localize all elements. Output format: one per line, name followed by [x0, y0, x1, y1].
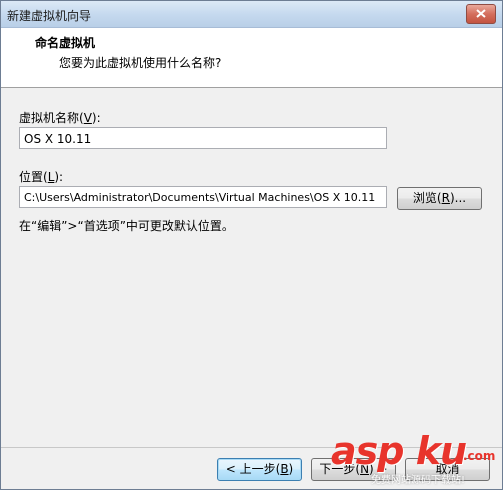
watermark-domain: .com: [463, 449, 496, 463]
location-input[interactable]: C:\Users\Administrator\Documents\Virtual…: [19, 186, 387, 208]
wizard-window: 新建虚拟机向导 命名虚拟机 您要为此虚拟机使用什么名称? 虚拟机名称(V): O…: [0, 0, 503, 490]
page-title: 命名虚拟机: [35, 36, 96, 50]
vm-name-accesskey: V: [83, 111, 92, 125]
window-title: 新建虚拟机向导: [7, 9, 92, 23]
watermark: asp ku .com 免费网站源码下载站!: [331, 431, 501, 489]
close-icon: [476, 9, 486, 18]
location-hint: 在“编辑”>“首选项”中可更改默认位置。: [19, 219, 234, 233]
vm-name-input[interactable]: OS X 10.11: [19, 127, 387, 149]
close-button[interactable]: [466, 4, 496, 24]
back-button[interactable]: < 上一步(B): [217, 458, 302, 481]
browse-button[interactable]: 浏览(R)...: [397, 187, 482, 210]
watermark-tagline: 免费网站源码下载站!: [371, 475, 466, 486]
watermark-brand: asp ku: [331, 429, 467, 473]
vm-name-label: 虚拟机名称(V):: [19, 111, 101, 125]
wizard-header: 命名虚拟机 您要为此虚拟机使用什么名称?: [1, 28, 502, 88]
title-bar[interactable]: 新建虚拟机向导: [1, 1, 502, 28]
page-subtitle: 您要为此虚拟机使用什么名称?: [59, 56, 222, 70]
location-label: 位置(L):: [19, 170, 64, 184]
